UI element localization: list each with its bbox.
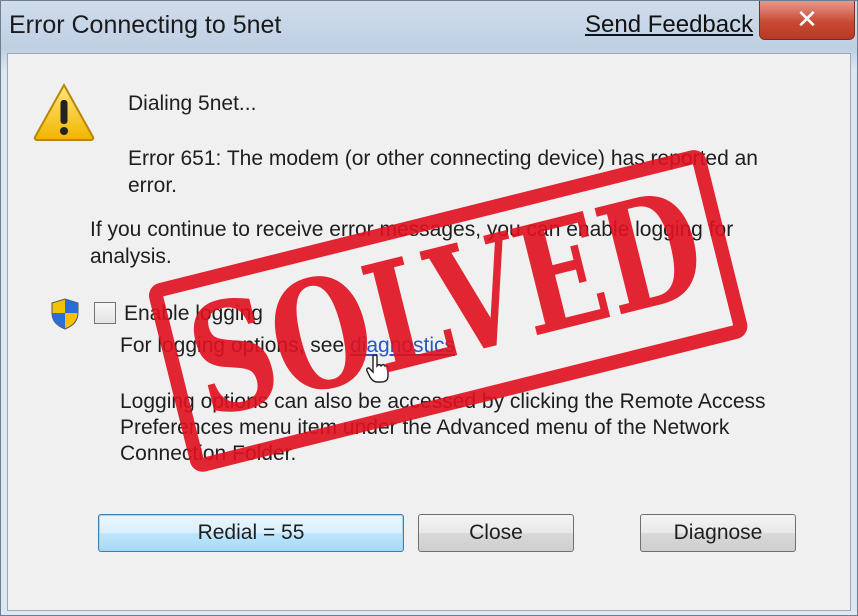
info-line: Logging options can also be accessed by … xyxy=(120,390,766,413)
logging-options-line: For logging options, see diagnostics xyxy=(120,334,455,358)
uac-shield-icon xyxy=(51,298,79,330)
close-button[interactable]: Close xyxy=(418,514,574,552)
redial-button[interactable]: Redial = 55 xyxy=(98,514,404,552)
enable-logging-label[interactable]: Enable logging xyxy=(124,302,263,326)
error-message: Error 651: The modem (or other connectin… xyxy=(128,145,788,199)
warning-triangle-icon xyxy=(33,82,95,141)
logging-options-prefix: For logging options, see xyxy=(120,334,345,357)
error-message-line: error. xyxy=(128,174,178,197)
send-feedback-link[interactable]: Send Feedback xyxy=(585,11,753,39)
title-bar: Error Connecting to 5net Send Feedback xyxy=(1,1,857,53)
dialing-status-text: Dialing 5net... xyxy=(128,92,257,115)
diagnose-button[interactable]: Diagnose xyxy=(640,514,796,552)
advice-line: analysis. xyxy=(90,245,172,268)
info-line: Connection Folder. xyxy=(120,442,297,465)
info-line: Preferences menu item under the Advanced… xyxy=(120,416,730,439)
window-title: Error Connecting to 5net xyxy=(9,11,282,39)
dialog-content: Dialing 5net... Error 651: The modem (or… xyxy=(7,53,851,611)
error-dialog-window: Error Connecting to 5net Send Feedback ✕… xyxy=(0,0,858,616)
advice-line: If you continue to receive error message… xyxy=(90,218,734,241)
window-close-button[interactable]: ✕ xyxy=(759,1,855,40)
hand-cursor-icon xyxy=(366,354,389,383)
logging-options-info: Logging options can also be accessed by … xyxy=(120,389,810,467)
close-icon: ✕ xyxy=(796,5,818,35)
logging-advice-text: If you continue to receive error message… xyxy=(90,216,770,270)
enable-logging-checkbox[interactable] xyxy=(94,302,116,324)
error-message-line: Error 651: The modem (or other connectin… xyxy=(128,147,758,170)
